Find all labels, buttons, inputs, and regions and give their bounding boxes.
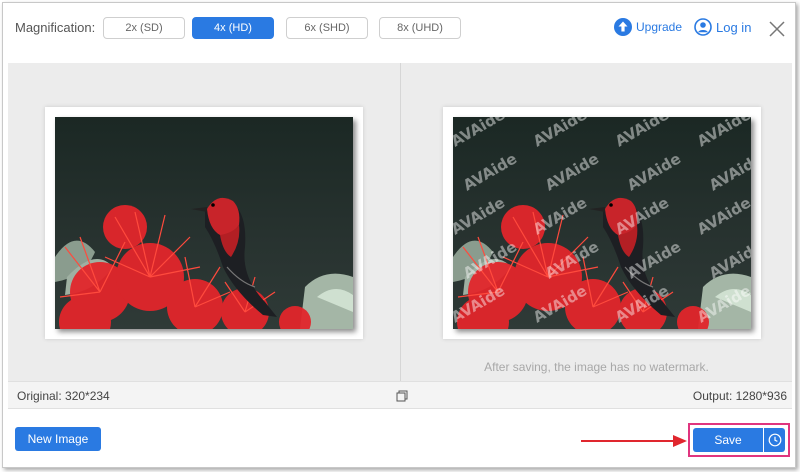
output-image-card: AVAide AVAide AVAide AVAide AVAide AVAide AVAi… [443,107,761,339]
save-button[interactable]: Save [693,428,763,452]
magnification-6x-button[interactable]: 6x (SHD) [286,17,368,39]
original-image-card [45,107,363,339]
clock-icon [768,433,781,447]
preview-divider [400,63,401,381]
new-image-button[interactable]: New Image [15,427,101,451]
user-icon [694,18,712,36]
save-highlight: Save [688,423,790,457]
original-image [55,117,353,329]
schedule-button[interactable] [764,428,785,452]
output-resolution: Output: 1280*936 [692,389,787,403]
upgrade-button[interactable]: Upgrade [614,18,682,36]
magnification-2x-button[interactable]: 2x (SD) [103,17,185,39]
image-upscaler-window: Magnification: 2x (SD) 4x (HD) 6x (SHD) … [2,2,796,468]
upgrade-label: Upgrade [636,20,683,34]
annotation-arrow [581,435,687,447]
magnification-8x-button[interactable]: 8x (UHD) [379,17,461,39]
magnification-label: Magnification: [15,20,96,35]
no-watermark-note: After saving, the image has no watermark… [484,360,709,374]
magnification-4x-button[interactable]: 4x (HD) [192,17,274,39]
upgrade-icon [614,18,632,36]
output-image: AVAide AVAide AVAide AVAide AVAide AVAide AVAi… [453,117,751,329]
original-resolution: Original: 320*234 [17,389,110,403]
preview-area: AVAide AVAide AVAide AVAide AVAide AVAide AVAi… [8,63,792,381]
resolution-bar: Original: 320*234 Output: 1280*936 [8,381,792,409]
login-button[interactable]: Log in [694,18,751,36]
compare-icon[interactable] [396,390,408,402]
login-label: Log in [716,19,752,35]
close-icon[interactable] [769,21,785,37]
header: Magnification: 2x (SD) 4x (HD) 6x (SHD) … [3,3,795,61]
